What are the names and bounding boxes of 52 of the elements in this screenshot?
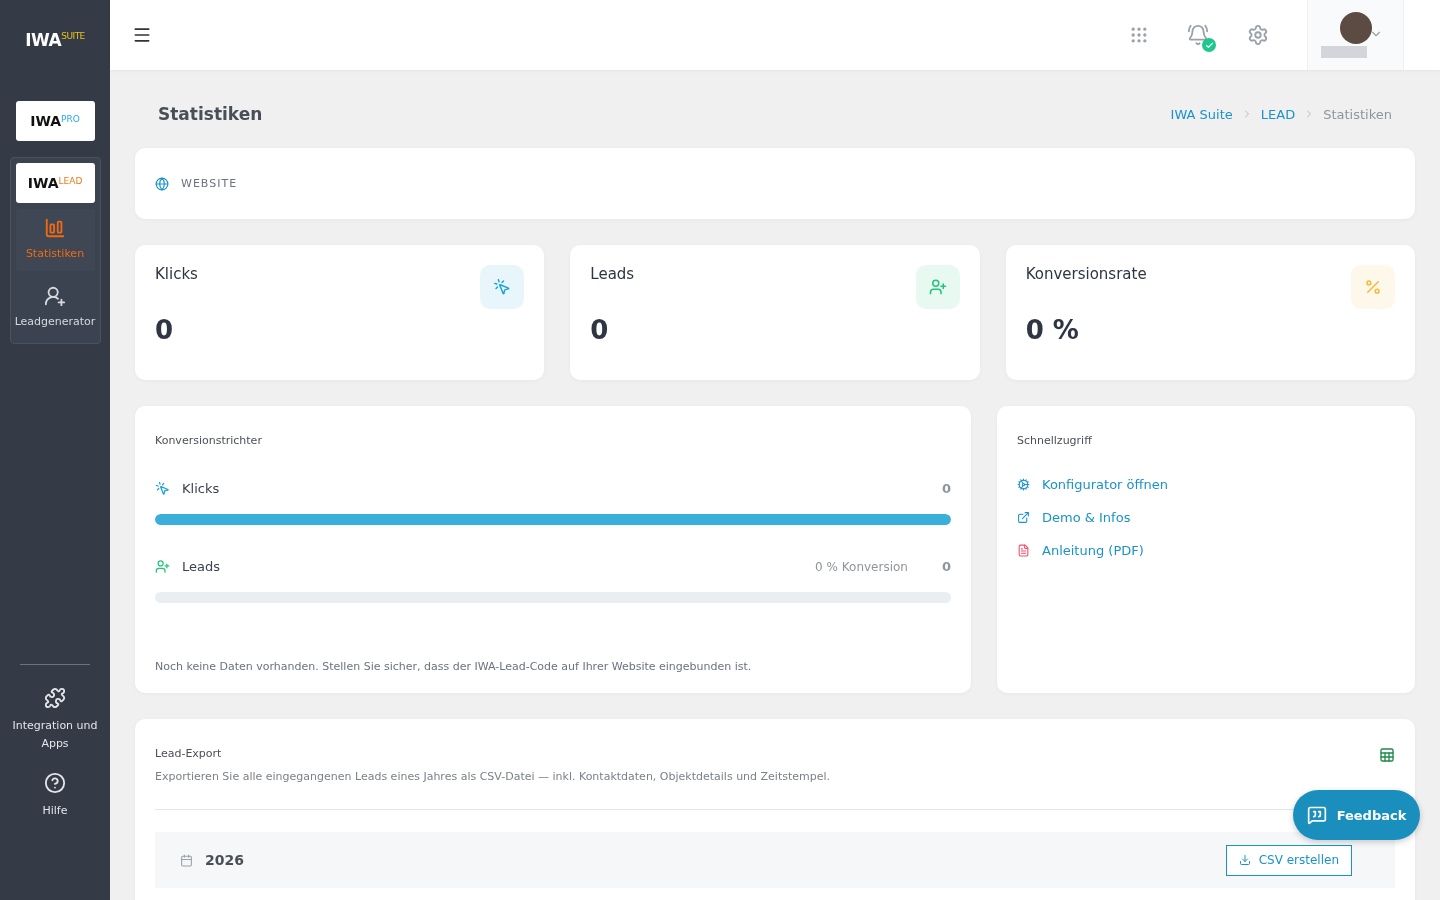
year-label: 2026	[205, 852, 244, 868]
sidebar-item[interactable]: Statistiken	[15, 209, 95, 271]
stat-label: Leads	[590, 265, 635, 283]
download-icon	[1238, 854, 1251, 866]
source-label: WEBSITE	[181, 177, 238, 190]
sidebar-item[interactable]: Hilfe	[12, 772, 98, 820]
sidebar-item[interactable]: Integration und Apps	[12, 687, 98, 753]
stat-value: 0	[590, 315, 610, 345]
sidebar-item[interactable]: Leadgenerator	[15, 276, 95, 339]
csv-button[interactable]: CSV erstellen	[1225, 844, 1352, 876]
avatar	[1339, 12, 1372, 44]
feedback-button[interactable]: Feedback	[1293, 790, 1420, 840]
user-plus-icon	[44, 284, 66, 307]
puzzle-icon	[44, 687, 66, 710]
user-plus-icon	[155, 559, 170, 574]
funnel-label: Leads	[182, 559, 220, 574]
menu-icon[interactable]	[132, 25, 152, 45]
card-title: Lead-Export	[155, 747, 223, 760]
export-description: Exportieren Sie alle eingegangenen Leads eines Jahres als CSV-Datei — inkl. Kontaktdaten, Objektdetails und Zeitstempel.	[155, 770, 831, 783]
quick-link[interactable]: Anleitung (PDF)	[1017, 543, 1395, 558]
apps-grid-icon[interactable]	[1129, 25, 1149, 45]
stat-value: 0 %	[1025, 315, 1080, 345]
user-menu[interactable]	[1307, 0, 1404, 70]
stat-label: Konversionsrate	[1025, 265, 1147, 283]
funnel-count: 0	[941, 481, 951, 496]
quick-link[interactable]: Konfigurator öffnen	[1017, 477, 1395, 492]
gear-icon	[1017, 478, 1030, 491]
help-icon	[44, 772, 66, 795]
cursor-click-icon	[155, 481, 170, 496]
bar-chart-icon	[44, 217, 66, 239]
funnel-count: 0	[941, 559, 951, 574]
stat-label: Klicks	[155, 265, 198, 283]
spreadsheet-icon	[1379, 747, 1395, 763]
notification-bell-icon[interactable]	[1187, 24, 1209, 46]
breadcrumb-current: Statistiken	[1323, 106, 1392, 122]
stat-value: 0	[155, 315, 175, 345]
chat-icon	[1306, 805, 1327, 825]
funnel-label: Klicks	[182, 481, 220, 496]
name-placeholder	[1320, 46, 1367, 58]
conversion-note: 0 % Konversion	[815, 559, 908, 574]
card-title: Schnellzugriff	[1017, 434, 1093, 447]
quick-link[interactable]: Demo & Infos	[1017, 510, 1395, 525]
external-link-icon	[1017, 511, 1030, 524]
breadcrumb-link[interactable]: IWA Suite	[1170, 106, 1233, 122]
page-title: Statistiken	[158, 104, 263, 124]
pdf-icon	[1017, 544, 1030, 557]
settings-icon[interactable]	[1247, 24, 1269, 46]
calendar-icon	[180, 853, 193, 867]
globe-icon	[155, 176, 169, 191]
breadcrumb-link[interactable]: LEAD	[1260, 106, 1296, 122]
hint-text: Noch keine Daten vorhanden. Stellen Sie sicher, dass der IWA-Lead-Code auf Ihrer Website eingebunden ist.	[155, 660, 753, 673]
card-title: Konversionstrichter	[155, 434, 263, 447]
